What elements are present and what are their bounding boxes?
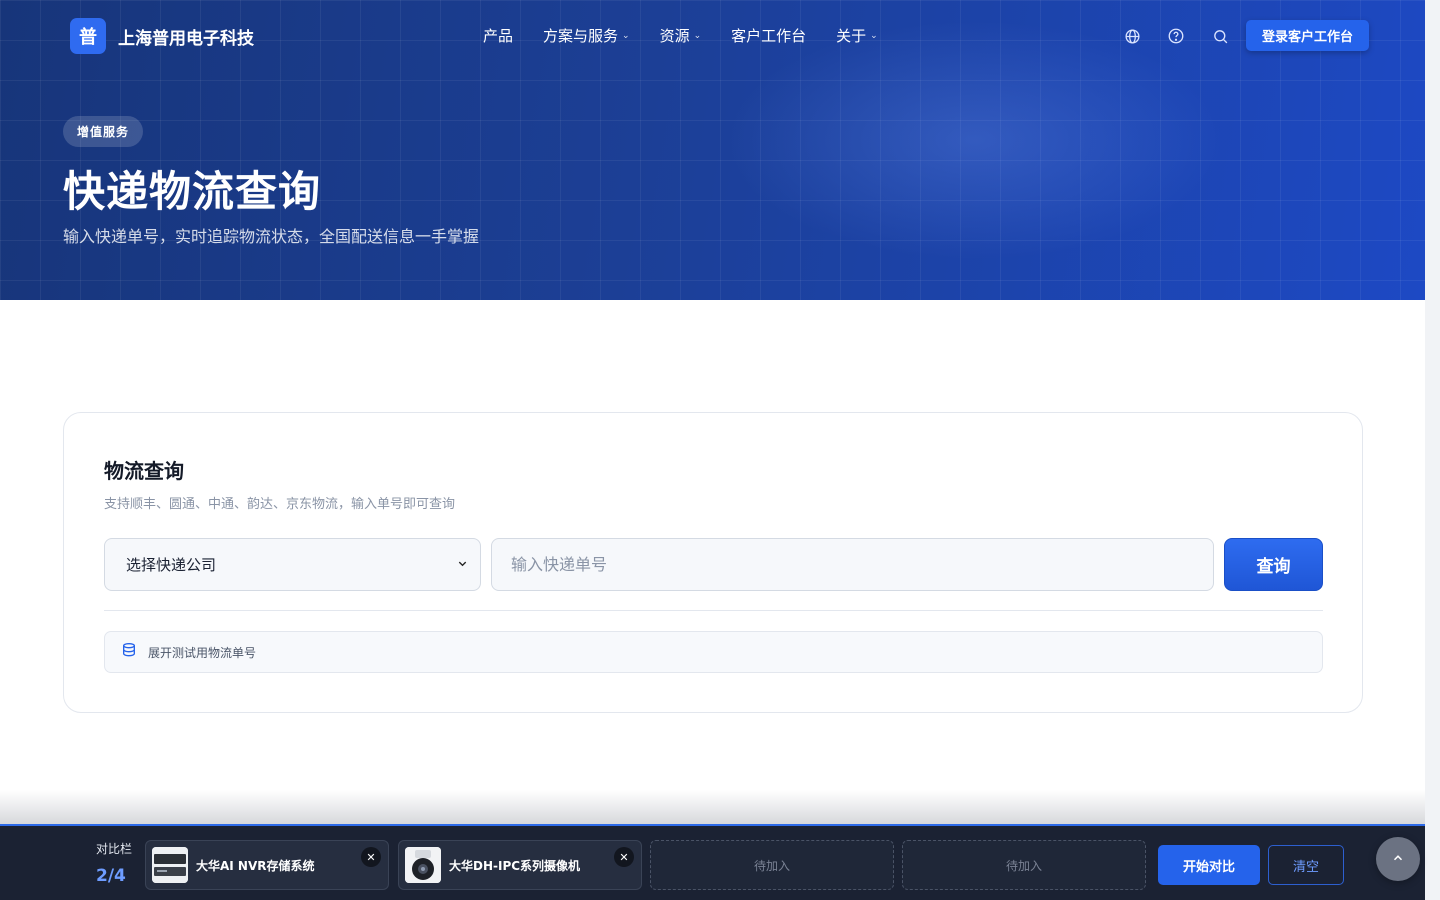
compare-bar: 对比栏 2/4 大华AI NVR存储系统 ✕ 大华DH-IPC系列摄像机 ✕ 待… <box>0 824 1425 900</box>
compare-bar-shadow <box>0 790 1425 826</box>
chevron-up-icon <box>1391 850 1405 869</box>
compare-slot-name: 大华DH-IPC系列摄像机 <box>449 859 581 873</box>
hero-banner: 普 上海普用电子科技 产品 方案与服务 ⌄ 资源 ⌄ 客户工作台 关于 ⌄ 登录… <box>0 0 1425 300</box>
compare-slot-1[interactable]: 大华AI NVR存储系统 ✕ <box>145 840 389 890</box>
compare-slot-4: 待加入 <box>902 840 1146 890</box>
page: 普 上海普用电子科技 产品 方案与服务 ⌄ 资源 ⌄ 客户工作台 关于 ⌄ 登录… <box>0 0 1425 900</box>
main-menu: 产品 方案与服务 ⌄ 资源 ⌄ 客户工作台 关于 ⌄ <box>483 25 878 46</box>
compare-label: 对比栏 <box>96 842 133 856</box>
nav-item-solutions[interactable]: 方案与服务 ⌄ <box>543 25 630 46</box>
nav-item-resources[interactable]: 资源 ⌄ <box>660 25 702 46</box>
top-nav: 普 上海普用电子科技 产品 方案与服务 ⌄ 资源 ⌄ 客户工作台 关于 ⌄ 登录… <box>0 0 1425 72</box>
help-circle-icon[interactable] <box>1164 24 1188 48</box>
globe-icon[interactable] <box>1120 24 1144 48</box>
compare-slot-name: 大华AI NVR存储系统 <box>196 859 315 873</box>
database-icon <box>121 642 137 662</box>
page-title: 快递物流查询 <box>63 167 322 216</box>
category-badge: 增值服务 <box>63 116 144 147</box>
compare-count: 2/4 <box>96 866 126 886</box>
query-button[interactable]: 查询 <box>1224 538 1323 591</box>
nav-item-label: 资源 <box>659 27 690 45</box>
nav-item-label: 关于 <box>836 27 867 45</box>
nav-item-label: 方案与服务 <box>543 27 619 45</box>
close-icon[interactable]: ✕ <box>614 847 634 867</box>
tracking-number-input[interactable] <box>491 538 1214 591</box>
chevron-down-icon: ⌄ <box>693 30 702 41</box>
compare-slot-placeholder: 待加入 <box>753 858 790 873</box>
nav-item-label: 客户工作台 <box>731 27 807 45</box>
expand-test-numbers[interactable]: 展开测试用物流单号 <box>104 631 1323 673</box>
nav-item-about[interactable]: 关于 ⌄ <box>836 25 878 46</box>
nav-item-products[interactable]: 产品 <box>483 25 513 46</box>
clear-compare-button[interactable]: 清空 <box>1268 845 1344 885</box>
login-workbench-button[interactable]: 登录客户工作台 <box>1246 20 1369 51</box>
courier-select-value: 选择快递公司 <box>126 556 217 574</box>
chevron-down-icon: ⌄ <box>870 30 878 41</box>
nav-item-workbench[interactable]: 客户工作台 <box>731 25 806 46</box>
divider <box>104 610 1323 611</box>
card-title: 物流查询 <box>104 459 184 483</box>
back-to-top-button[interactable] <box>1376 837 1420 881</box>
nav-icon-group <box>1120 24 1232 48</box>
scrollbar[interactable] <box>1425 0 1440 900</box>
logistics-query-card: 物流查询 支持顺丰、圆通、中通、韵达、京东物流，输入单号即可查询 选择快递公司 … <box>63 412 1363 713</box>
close-icon[interactable]: ✕ <box>361 847 381 867</box>
compare-slot-placeholder: 待加入 <box>1005 858 1042 873</box>
nvr-product-thumbnail <box>152 847 188 883</box>
card-subtitle: 支持顺丰、圆通、中通、韵达、京东物流，输入单号即可查询 <box>104 497 456 512</box>
compare-slot-2[interactable]: 大华DH-IPC系列摄像机 ✕ <box>398 840 642 890</box>
nav-item-label: 产品 <box>483 27 514 45</box>
page-subtitle: 输入快递单号，实时追踪物流状态，全国配送信息一手掌握 <box>63 227 480 246</box>
chevron-down-icon: ⌄ <box>622 30 630 41</box>
compare-slot-3: 待加入 <box>650 840 894 890</box>
camera-product-thumbnail <box>405 847 441 883</box>
chevron-down-icon <box>457 558 468 572</box>
search-icon[interactable] <box>1208 24 1232 48</box>
expand-label: 展开测试用物流单号 <box>148 645 257 660</box>
courier-select[interactable]: 选择快递公司 <box>104 538 481 591</box>
logo-icon[interactable]: 普 <box>70 18 106 54</box>
start-compare-button[interactable]: 开始对比 <box>1158 845 1260 885</box>
brand-name[interactable]: 上海普用电子科技 <box>118 24 254 49</box>
